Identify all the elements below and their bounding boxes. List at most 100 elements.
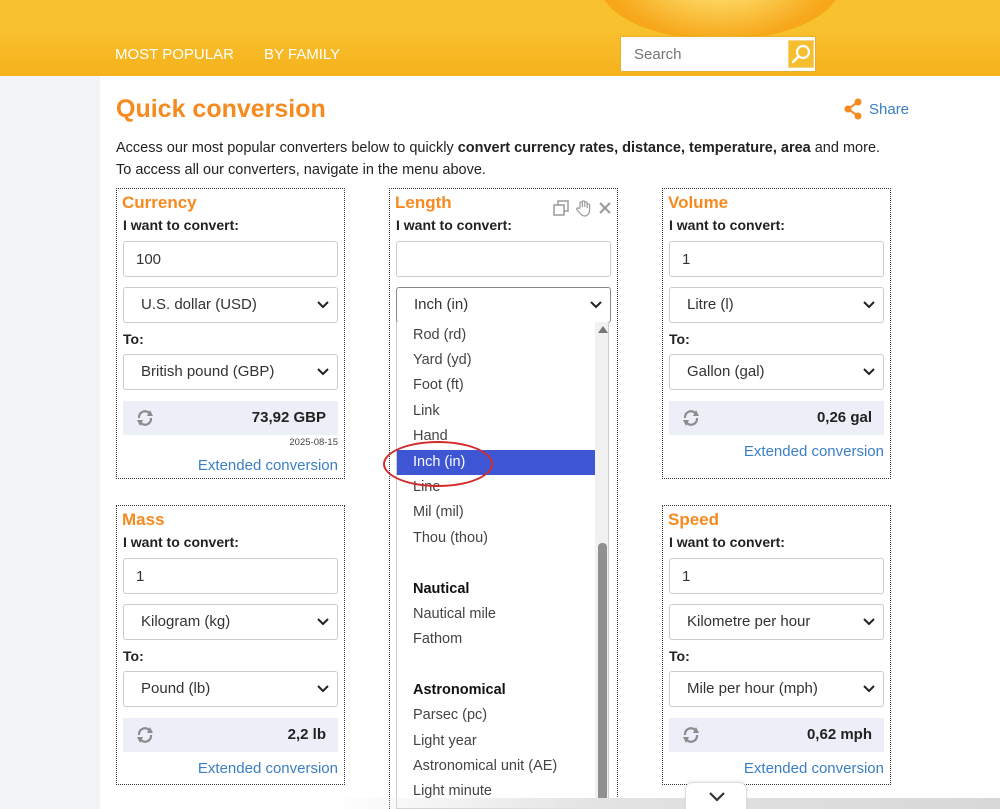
card-title: Length: [395, 193, 452, 212]
to-unit-value: Mile per hour (mph): [687, 680, 818, 697]
chevron-down-icon: [317, 618, 329, 626]
result-value: 73,92 GBP: [251, 409, 326, 426]
page-title: Quick conversion: [116, 95, 326, 123]
highlight-annotation-circle: [383, 441, 493, 487]
scroll-down-button[interactable]: [685, 782, 747, 809]
intro-line2: To access all our converters, navigate i…: [116, 162, 486, 178]
from-label: I want to convert:: [669, 217, 785, 233]
speed-converter-card: Speed I want to convert: Kilometre per h…: [662, 505, 891, 785]
dropdown-option[interactable]: Thou (thou): [397, 526, 595, 551]
from-unit-value: Inch (in): [414, 296, 469, 313]
dropdown-option[interactable]: Astronomical unit (AE): [397, 754, 595, 779]
card-title: Speed: [668, 510, 720, 529]
dropdown-option[interactable]: Mil (mil): [397, 500, 595, 525]
amount-input[interactable]: [669, 241, 884, 277]
swap-icon[interactable]: [135, 408, 155, 428]
from-unit-select[interactable]: Kilometre per hour: [669, 604, 884, 640]
header-decoration: [600, 0, 840, 40]
search-input[interactable]: [621, 37, 785, 71]
card-title: Currency: [122, 193, 197, 212]
extended-conversion-link[interactable]: Extended conversion: [198, 457, 338, 474]
from-unit-value: U.S. dollar (USD): [141, 296, 257, 313]
chevron-down-icon: [863, 368, 875, 376]
dropdown-option[interactable]: Foot (ft): [397, 373, 595, 398]
swap-icon[interactable]: [135, 725, 155, 745]
dropdown-option[interactable]: Yard (yd): [397, 348, 595, 373]
intro-prefix: Access our most popular converters below…: [116, 140, 458, 156]
extended-conversion-link[interactable]: Extended conversion: [744, 760, 884, 777]
from-unit-value: Kilogram (kg): [141, 613, 231, 630]
dropdown-option[interactable]: Fathom: [397, 627, 595, 652]
result-value: 0,62 mph: [806, 726, 872, 743]
card-tools: [553, 199, 611, 217]
from-unit-select[interactable]: U.S. dollar (USD): [123, 287, 338, 323]
to-unit-select[interactable]: Pound (lb): [123, 671, 338, 707]
currency-converter-card: Currency I want to convert: U.S. dollar …: [116, 188, 345, 479]
result-value: 2,2 lb: [287, 726, 326, 743]
swap-icon[interactable]: [681, 725, 701, 745]
rate-date: 2025-08-15: [289, 437, 338, 448]
card-title: Mass: [122, 510, 165, 529]
result-box: 2,2 lb: [123, 718, 338, 752]
drag-hand-icon[interactable]: [575, 199, 593, 217]
dropdown-option[interactable]: Rod (rd): [397, 323, 595, 348]
dropdown-option[interactable]: Parsec (pc): [397, 703, 595, 728]
to-label: To:: [669, 331, 690, 347]
swap-icon[interactable]: [681, 408, 701, 428]
scrollbar-thumb[interactable]: [598, 543, 607, 808]
extended-conversion-link[interactable]: Extended conversion: [744, 443, 884, 460]
nav-by-family[interactable]: BY FAMILY: [264, 46, 340, 63]
from-label: I want to convert:: [123, 534, 239, 550]
chevron-down-icon: [317, 685, 329, 693]
to-label: To:: [123, 648, 144, 664]
unit-dropdown-list: Rod (rd) Yard (yd) Foot (ft) Link Hand I…: [396, 322, 609, 809]
nav-most-popular[interactable]: MOST POPULAR: [115, 46, 234, 63]
share-button[interactable]: Share: [843, 97, 909, 121]
result-box: 0,26 gal: [669, 401, 884, 435]
to-label: To:: [669, 648, 690, 664]
bottom-shadow: [330, 798, 1000, 809]
from-unit-select[interactable]: Kilogram (kg): [123, 604, 338, 640]
dropdown-group-label: Nautical: [413, 581, 470, 597]
search-box: [620, 36, 816, 72]
from-label: I want to convert:: [669, 534, 785, 550]
to-unit-value: Gallon (gal): [687, 363, 765, 380]
chevron-down-icon: [317, 301, 329, 309]
mass-converter-card: Mass I want to convert: Kilogram (kg) To…: [116, 505, 345, 785]
to-unit-value: Pound (lb): [141, 680, 211, 697]
amount-input[interactable]: [669, 558, 884, 594]
result-value: 0,26 gal: [816, 409, 872, 426]
copy-icon[interactable]: [553, 200, 569, 216]
volume-converter-card: Volume I want to convert: Litre (l) To: …: [662, 188, 891, 479]
chevron-down-icon: [863, 618, 875, 626]
search-icon: [791, 44, 811, 64]
dropdown-option[interactable]: Light year: [397, 729, 595, 754]
dropdown-option[interactable]: Link: [397, 399, 595, 424]
amount-input[interactable]: [123, 558, 338, 594]
to-unit-select[interactable]: British pound (GBP): [123, 354, 338, 390]
from-label: I want to convert:: [123, 217, 239, 233]
amount-input[interactable]: [123, 241, 338, 277]
chevron-down-icon: [863, 301, 875, 309]
chevron-down-icon: [317, 368, 329, 376]
to-unit-select[interactable]: Gallon (gal): [669, 354, 884, 390]
from-unit-select[interactable]: Inch (in): [396, 287, 611, 323]
chevron-down-icon: [590, 301, 602, 309]
scroll-up-arrow-icon[interactable]: [598, 326, 608, 333]
dropdown-group-label: Astronomical: [413, 682, 506, 698]
amount-input[interactable]: [396, 241, 611, 277]
from-unit-select[interactable]: Litre (l): [669, 287, 884, 323]
from-unit-value: Litre (l): [687, 296, 734, 313]
result-box: 0,62 mph: [669, 718, 884, 752]
to-unit-select[interactable]: Mile per hour (mph): [669, 671, 884, 707]
from-label: I want to convert:: [396, 217, 512, 233]
card-title: Volume: [668, 193, 729, 212]
dropdown-scrollbar[interactable]: [595, 322, 608, 808]
intro-suffix: and more.: [810, 140, 881, 156]
search-button[interactable]: [788, 40, 814, 68]
result-box: 73,92 GBP: [123, 401, 338, 435]
dropdown-option[interactable]: Nautical mile: [397, 602, 595, 627]
close-icon[interactable]: [599, 202, 611, 214]
extended-conversion-link[interactable]: Extended conversion: [198, 760, 338, 777]
top-navigation-bar: MOST POPULAR BY FAMILY: [0, 0, 1000, 76]
